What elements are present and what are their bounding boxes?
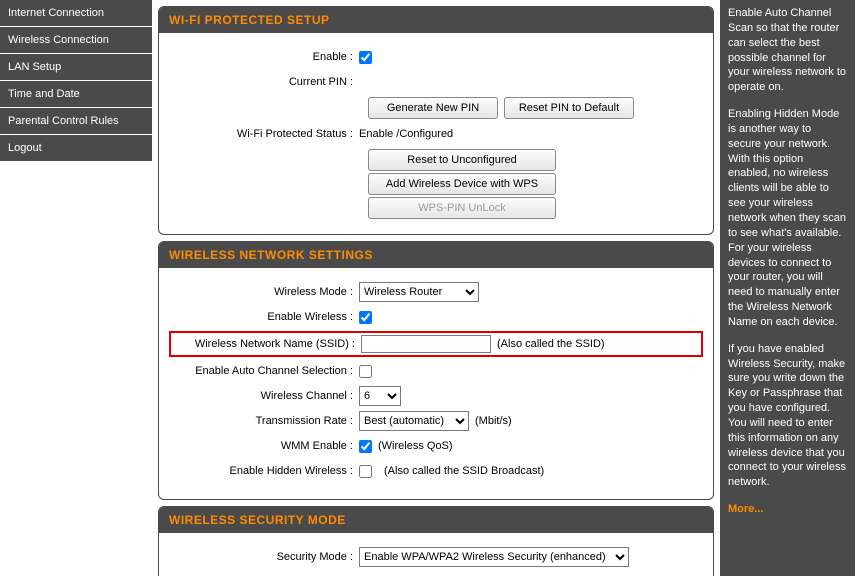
nav-internet-connection[interactable]: Internet Connection [0,0,152,27]
help-paragraph-1: Enable Auto Channel Scan so that the rou… [728,6,847,95]
sidebar: Internet Connection Wireless Connection … [0,0,152,576]
main-content: WI-FI PROTECTED SETUP Enable : Current P… [152,0,720,576]
wps-status-label: Wi-Fi Protected Status : [169,128,359,140]
wps-enable-label: Enable : [169,51,359,63]
hidden-wireless-note: (Also called the SSID Broadcast) [384,465,544,477]
wps-panel-header: WI-FI PROTECTED SETUP [159,7,713,33]
wmm-note: (Wireless QoS) [378,440,453,452]
tx-rate-unit: (Mbit/s) [475,415,512,427]
security-mode-label: Security Mode : [169,551,359,563]
nav-time-and-date[interactable]: Time and Date [0,81,152,108]
nav-logout[interactable]: Logout [0,135,152,162]
wireless-settings-header: WIRELESS NETWORK SETTINGS [159,242,713,268]
tx-rate-label: Transmission Rate : [169,415,359,427]
security-mode-header: WIRELESS SECURITY MODE [159,507,713,533]
hidden-wireless-label: Enable Hidden Wireless : [169,465,359,477]
nav-lan-setup[interactable]: LAN Setup [0,54,152,81]
wireless-channel-label: Wireless Channel : [169,390,359,402]
wps-enable-checkbox[interactable] [359,51,372,64]
wmm-enable-label: WMM Enable : [169,440,359,452]
generate-new-pin-button[interactable]: Generate New PIN [368,97,498,119]
help-paragraph-3: If you have enabled Wireless Security, m… [728,342,847,490]
ssid-input[interactable] [361,335,491,353]
help-more-link[interactable]: More... [728,503,763,515]
auto-channel-label: Enable Auto Channel Selection : [169,365,359,377]
hidden-wireless-checkbox[interactable] [359,465,372,478]
reset-pin-default-button[interactable]: Reset PIN to Default [504,97,634,119]
tx-rate-select[interactable]: Best (automatic) [359,411,469,431]
ssid-note: (Also called the SSID) [497,338,605,350]
wps-panel: WI-FI PROTECTED SETUP Enable : Current P… [158,6,714,235]
auto-channel-checkbox[interactable] [359,365,372,378]
enable-wireless-label: Enable Wireless : [169,311,359,323]
help-paragraph-2: Enabling Hidden Mode is another way to s… [728,107,847,330]
wireless-mode-label: Wireless Mode : [169,286,359,298]
wmm-enable-checkbox[interactable] [359,440,372,453]
nav-parental-control[interactable]: Parental Control Rules [0,108,152,135]
wireless-mode-select[interactable]: Wireless Router [359,282,479,302]
add-wireless-device-button[interactable]: Add Wireless Device with WPS [368,173,556,195]
wireless-channel-select[interactable]: 6 [359,386,401,406]
security-mode-select[interactable]: Enable WPA/WPA2 Wireless Security (enhan… [359,547,629,567]
wireless-settings-panel: WIRELESS NETWORK SETTINGS Wireless Mode … [158,241,714,500]
ssid-highlighted-row: Wireless Network Name (SSID) : (Also cal… [169,331,703,357]
reset-unconfigured-button[interactable]: Reset to Unconfigured [368,149,556,171]
enable-wireless-checkbox[interactable] [359,311,372,324]
help-sidebar: Enable Auto Channel Scan so that the rou… [720,0,855,576]
nav-wireless-connection[interactable]: Wireless Connection [0,27,152,54]
ssid-label: Wireless Network Name (SSID) : [171,338,361,350]
security-mode-panel: WIRELESS SECURITY MODE Security Mode : E… [158,506,714,576]
wps-current-pin-label: Current PIN : [169,76,359,88]
wps-status-value: Enable /Configured [359,128,453,140]
wps-pin-unlock-button: WPS-PIN UnLock [368,197,556,219]
